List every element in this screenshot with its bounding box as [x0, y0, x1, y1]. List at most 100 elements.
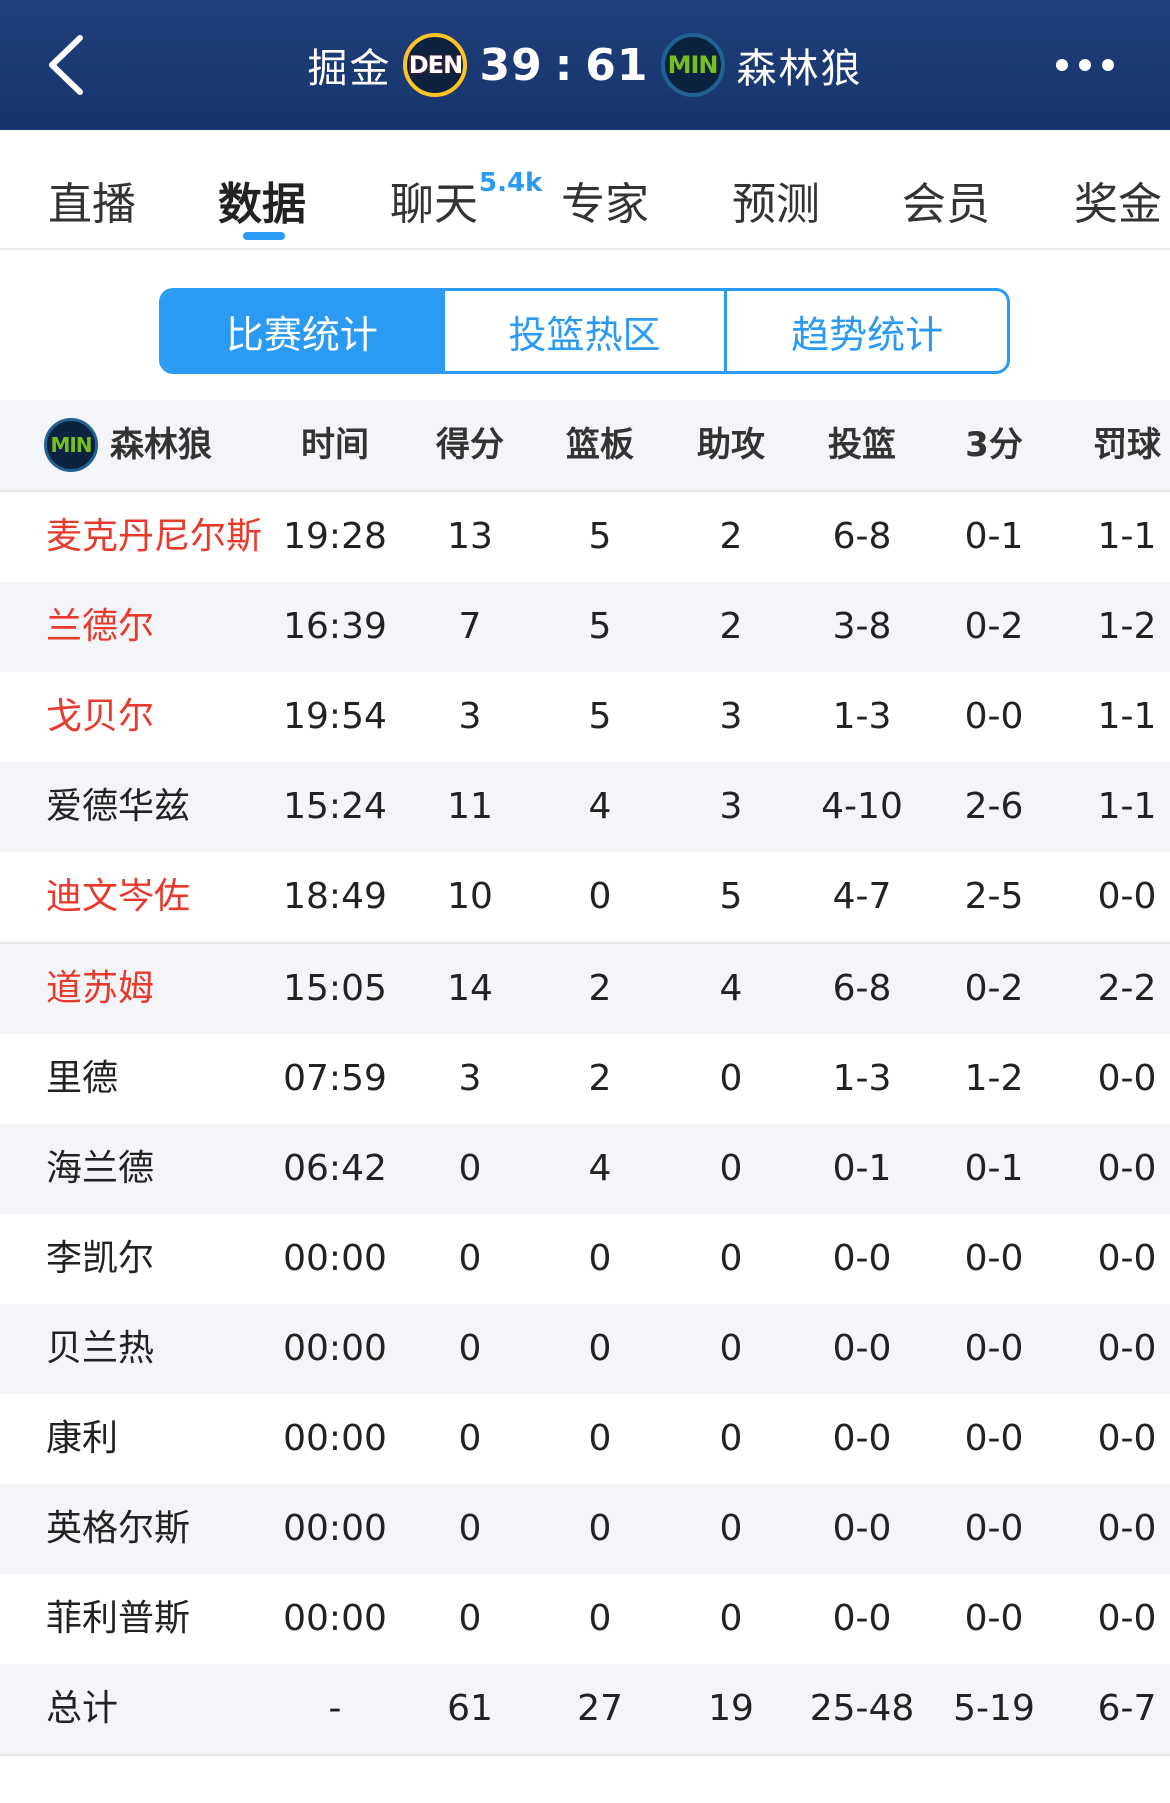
player-time: 00:00: [283, 1598, 387, 1639]
table-row[interactable]: 康利 00:00 0 0 0 0-0 0-0 0-0: [0, 1394, 1170, 1484]
player-name[interactable]: 爱德华兹: [46, 762, 276, 852]
player-rebounds: 0: [588, 1508, 612, 1549]
player-field-goals: 6-8: [832, 516, 892, 557]
total-points: 61: [447, 1688, 493, 1729]
player-name[interactable]: 兰德尔: [46, 582, 276, 672]
column-header-rebounds[interactable]: 篮板: [535, 400, 665, 490]
team-logo: MIN: [44, 418, 98, 472]
player-name[interactable]: 迪文岑佐: [46, 852, 276, 942]
player-field-goals: 1-3: [832, 696, 892, 737]
total-label: 总计: [46, 1688, 119, 1729]
player-field-goals: 4-10: [821, 786, 903, 827]
player-time: 15:24: [283, 786, 387, 827]
player-field-goals: 0-1: [832, 1148, 892, 1189]
player-assists: 0: [719, 1058, 743, 1099]
player-three-pointers: 0-0: [964, 696, 1024, 737]
player-points: 13: [447, 516, 493, 557]
player-name[interactable]: 戈贝尔: [46, 672, 276, 762]
player-name[interactable]: 麦克丹尼尔斯: [46, 492, 276, 582]
tab-member[interactable]: 会员: [902, 168, 990, 232]
player-time: 07:59: [283, 1058, 387, 1099]
player-points: 0: [458, 1598, 482, 1639]
player-assists: 3: [719, 696, 743, 737]
player-field-goals: 1-3: [832, 1058, 892, 1099]
player-points: 11: [447, 786, 493, 827]
player-name[interactable]: 李凯尔: [46, 1214, 276, 1304]
more-dots-icon: [1056, 59, 1114, 71]
player-free-throws: 2-2: [1097, 968, 1157, 1009]
segment-trend-stats[interactable]: 趋势统计: [727, 291, 1007, 371]
table-row[interactable]: 里德 07:59 3 2 0 1-3 1-2 0-0: [0, 1034, 1170, 1124]
player-free-throws: 1-1: [1097, 696, 1157, 737]
player-rebounds: 5: [588, 696, 612, 737]
table-row[interactable]: 戈贝尔 19:54 3 5 3 1-3 0-0 1-1: [0, 672, 1170, 762]
player-rebounds: 2: [588, 968, 612, 1009]
player-field-goals: 3-8: [832, 606, 892, 647]
player-points: 3: [458, 696, 482, 737]
away-team-name: 森林狼: [736, 46, 863, 92]
player-assists: 2: [719, 516, 743, 557]
segment-game-stats[interactable]: 比赛统计: [162, 291, 445, 371]
table-row[interactable]: 爱德华兹 15:24 11 4 3 4-10 2-6 1-1: [0, 762, 1170, 852]
table-row[interactable]: 道苏姆 15:05 14 2 4 6-8 0-2 2-2: [0, 944, 1170, 1034]
tab-chat[interactable]: 聊天: [390, 168, 478, 232]
player-free-throws: 1-1: [1097, 786, 1157, 827]
player-time: 00:00: [283, 1238, 387, 1279]
player-free-throws: 0-0: [1097, 876, 1157, 917]
player-rebounds: 5: [588, 516, 612, 557]
player-name[interactable]: 海兰德: [46, 1124, 276, 1214]
player-name[interactable]: 菲利普斯: [46, 1574, 276, 1664]
team-header: MIN 森林狼: [44, 400, 284, 490]
tab-bonus[interactable]: 奖金: [1074, 168, 1162, 232]
player-name[interactable]: 英格尔斯: [46, 1484, 276, 1574]
player-name[interactable]: 康利: [46, 1394, 276, 1484]
total-field-goals: 25-48: [809, 1688, 915, 1729]
column-header-assists[interactable]: 助攻: [666, 400, 796, 490]
player-time: 15:05: [283, 968, 387, 1009]
column-header-time[interactable]: 时间: [270, 400, 400, 490]
table-row[interactable]: 迪文岑佐 18:49 10 0 5 4-7 2-5 0-0: [0, 852, 1170, 944]
player-field-goals: 0-0: [832, 1508, 892, 1549]
tab-live[interactable]: 直播: [48, 168, 136, 232]
player-name[interactable]: 道苏姆: [46, 944, 276, 1034]
segment-shot-chart[interactable]: 投篮热区: [445, 291, 728, 371]
player-field-goals: 0-0: [832, 1598, 892, 1639]
home-team-logo: DEN: [403, 33, 468, 97]
player-three-pointers: 0-1: [964, 1148, 1024, 1189]
tab-prediction[interactable]: 预测: [732, 168, 820, 232]
table-row[interactable]: 李凯尔 00:00 0 0 0 0-0 0-0 0-0: [0, 1214, 1170, 1304]
column-header-free-throws[interactable]: 罚球: [1062, 400, 1170, 490]
player-assists: 2: [719, 606, 743, 647]
player-name[interactable]: 贝兰热: [46, 1304, 276, 1394]
table-row[interactable]: 贝兰热 00:00 0 0 0 0-0 0-0 0-0: [0, 1304, 1170, 1394]
tab-data[interactable]: 数据: [218, 168, 306, 232]
column-header-three-pointers[interactable]: 3分: [929, 400, 1059, 490]
player-three-pointers: 0-0: [964, 1598, 1024, 1639]
player-points: 10: [447, 876, 493, 917]
player-assists: 3: [719, 786, 743, 827]
player-points: 0: [458, 1328, 482, 1369]
player-field-goals: 0-0: [832, 1328, 892, 1369]
player-name[interactable]: 里德: [46, 1034, 276, 1124]
column-header-points[interactable]: 得分: [405, 400, 535, 490]
player-rebounds: 0: [588, 876, 612, 917]
table-row[interactable]: 兰德尔 16:39 7 5 2 3-8 0-2 1-2: [0, 582, 1170, 672]
table-row[interactable]: 麦克丹尼尔斯 19:28 13 5 2 6-8 0-1 1-1: [0, 492, 1170, 582]
player-free-throws: 0-0: [1097, 1418, 1157, 1459]
table-header: MIN 森林狼 时间 得分 篮板 助攻 投篮 3分 罚球: [0, 400, 1170, 492]
player-time: 19:28: [283, 516, 387, 557]
table-body: 麦克丹尼尔斯 19:28 13 5 2 6-8 0-1 1-1 兰德尔 16:39 7 5 2 3-8 0-…: [0, 492, 1170, 1664]
player-rebounds: 0: [588, 1418, 612, 1459]
player-free-throws: 0-0: [1097, 1598, 1157, 1639]
table-row[interactable]: 菲利普斯 00:00 0 0 0 0-0 0-0 0-0: [0, 1574, 1170, 1664]
table-row[interactable]: 海兰德 06:42 0 4 0 0-1 0-1 0-0: [0, 1124, 1170, 1214]
table-row[interactable]: 英格尔斯 00:00 0 0 0 0-0 0-0 0-0: [0, 1484, 1170, 1574]
player-three-pointers: 0-2: [964, 606, 1024, 647]
more-button[interactable]: [1040, 40, 1130, 90]
player-three-pointers: 0-0: [964, 1328, 1024, 1369]
player-three-pointers: 0-1: [964, 516, 1024, 557]
player-rebounds: 4: [588, 1148, 612, 1189]
column-header-field-goals[interactable]: 投篮: [797, 400, 927, 490]
total-free-throws: 6-7: [1097, 1688, 1157, 1729]
tab-expert[interactable]: 专家: [561, 168, 649, 232]
